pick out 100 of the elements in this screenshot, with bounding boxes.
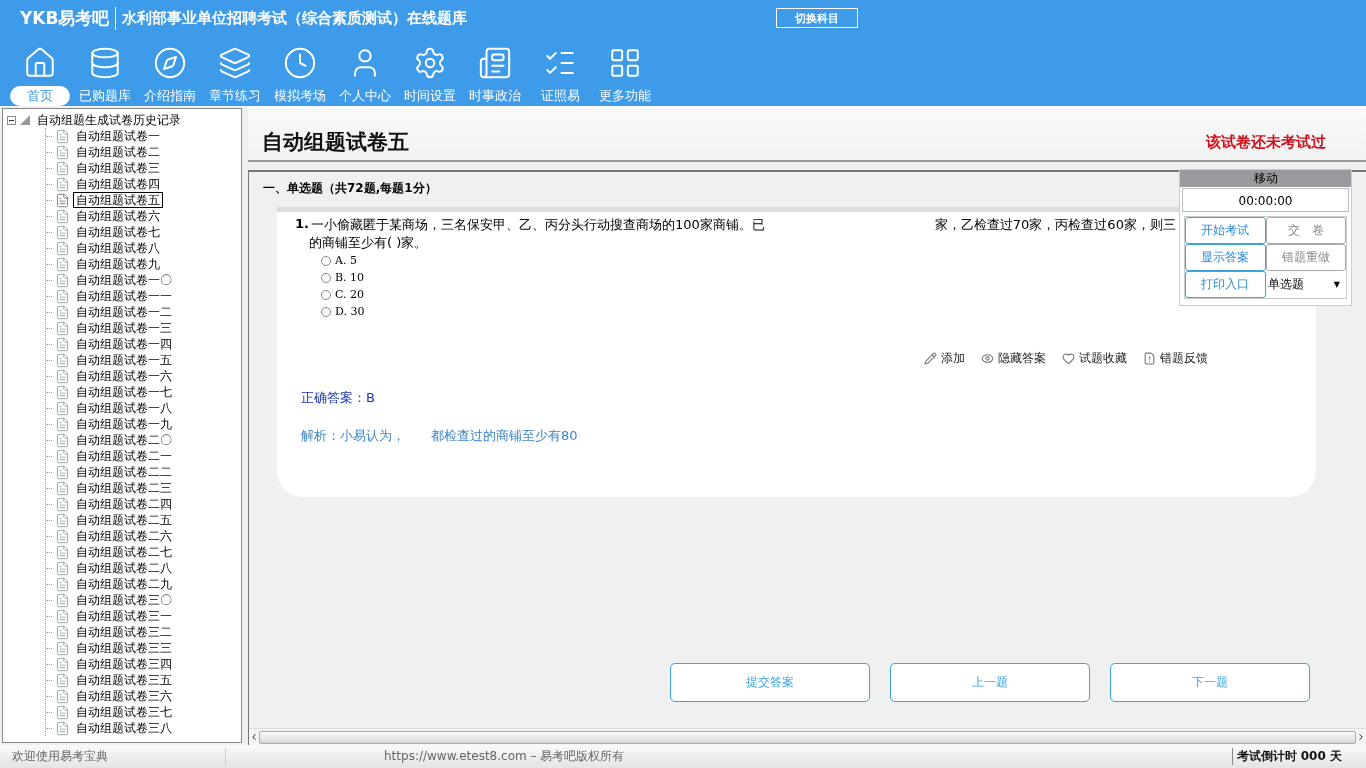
radio-button[interactable] <box>321 272 331 283</box>
paper-title: 自动组题试卷五 <box>262 129 409 156</box>
tree-item[interactable]: 自动组题试卷六 <box>73 208 163 224</box>
tree-item[interactable]: 自动组题试卷三〇 <box>73 592 175 608</box>
tree-item[interactable]: 自动组题试卷一一 <box>73 288 175 304</box>
option-label[interactable]: C. 20 <box>335 288 364 301</box>
tree-item[interactable]: 自动组题试卷三二 <box>73 624 175 640</box>
question-text: 家，乙检查过70家，丙检查过60家，则三 <box>934 216 1176 234</box>
tree-item[interactable]: 自动组题试卷二 <box>73 144 163 160</box>
tree-item[interactable]: 自动组题试卷三四 <box>73 656 175 672</box>
collapse-icon[interactable] <box>7 115 16 125</box>
document-icon <box>55 176 70 192</box>
home-icon[interactable] <box>23 46 57 80</box>
document-icon <box>55 544 70 560</box>
document-icon <box>55 320 70 336</box>
document-icon <box>55 432 70 448</box>
question-tool-button[interactable]: 隐藏答案 <box>981 350 1046 367</box>
document-icon <box>55 624 70 640</box>
question-tool-button[interactable]: 添加 <box>924 350 965 367</box>
tree-item[interactable]: 自动组题试卷五 <box>73 192 163 208</box>
panel-button[interactable]: 打印入口 <box>1185 271 1266 298</box>
paper-status: 该试卷还未考试过 <box>1206 133 1326 152</box>
question-tool-button[interactable]: 错题反馈 <box>1143 350 1208 367</box>
settings-icon[interactable] <box>413 46 447 80</box>
horizontal-scrollbar[interactable] <box>249 728 1366 745</box>
tree-item[interactable]: 自动组题试卷八 <box>73 240 163 256</box>
document-icon <box>55 384 70 400</box>
tree-item[interactable]: 自动组题试卷一四 <box>73 336 175 352</box>
clock-icon[interactable] <box>283 46 317 80</box>
document-icon <box>55 672 70 688</box>
tree-item[interactable]: 自动组题试卷一〇 <box>73 272 175 288</box>
tree-item[interactable]: 自动组题试卷九 <box>73 256 163 272</box>
question-text: 的商铺至少有( )家。 <box>309 234 429 252</box>
panel-title[interactable]: 移动 <box>1180 170 1351 187</box>
dropdown-arrow[interactable]: ▼ <box>1333 280 1340 289</box>
tree-item[interactable]: 自动组题试卷三七 <box>73 704 175 720</box>
tree-item[interactable]: 自动组题试卷三六 <box>73 688 175 704</box>
tree-item[interactable]: 自动组题试卷二二 <box>73 464 175 480</box>
tree-item[interactable]: 自动组题试卷一 <box>73 128 163 144</box>
document-icon <box>55 288 70 304</box>
document-icon <box>55 576 70 592</box>
radio-button[interactable] <box>321 306 331 317</box>
tree-item[interactable]: 自动组题试卷三三 <box>73 640 175 656</box>
compass-icon[interactable] <box>153 46 187 80</box>
question-type-select[interactable]: 单选题 ▼ <box>1265 271 1346 298</box>
grid-icon[interactable] <box>608 46 642 80</box>
layers-icon[interactable] <box>218 46 252 80</box>
tree-item[interactable]: 自动组题试卷一五 <box>73 352 175 368</box>
section-heading: 一、单选题（共72题,每题1分） <box>263 180 437 197</box>
tree-item[interactable]: 自动组题试卷一二 <box>73 304 175 320</box>
triangle-icon <box>20 115 30 125</box>
tree-item[interactable]: 自动组题试卷三一 <box>73 608 175 624</box>
tree-item[interactable]: 自动组题试卷一六 <box>73 368 175 384</box>
tree-item[interactable]: 自动组题试卷二四 <box>73 496 175 512</box>
option-label[interactable]: D. 30 <box>335 305 365 318</box>
tree-item[interactable]: 自动组题试卷三八 <box>73 720 175 736</box>
correct-answer: 正确答案：B <box>301 389 376 407</box>
tree-item[interactable]: 自动组题试卷三 <box>73 160 163 176</box>
option-label[interactable]: B. 10 <box>335 271 365 284</box>
tree-item[interactable]: 自动组题试卷一八 <box>73 400 175 416</box>
tree-item[interactable]: 自动组题试卷二八 <box>73 560 175 576</box>
newspaper-icon[interactable] <box>478 46 512 80</box>
option-label[interactable]: A. 5 <box>335 254 357 267</box>
tree-item[interactable]: 自动组题试卷一七 <box>73 384 175 400</box>
tree-item[interactable]: 自动组题试卷二三 <box>73 480 175 496</box>
document-icon <box>55 256 70 272</box>
scroll-right-icon[interactable] <box>1356 732 1366 742</box>
eye-icon <box>981 352 994 365</box>
tree-item[interactable]: 自动组题试卷二九 <box>73 576 175 592</box>
scroll-left-icon[interactable] <box>249 732 259 742</box>
database-icon[interactable] <box>88 46 122 80</box>
radio-button[interactable] <box>321 255 331 266</box>
document-icon <box>55 368 70 384</box>
tree-item[interactable]: 自动组题试卷二一 <box>73 448 175 464</box>
tree-root[interactable]: 自动组题生成试卷历史记录 <box>34 112 184 128</box>
document-icon <box>55 416 70 432</box>
radio-button[interactable] <box>321 289 331 300</box>
panel-button[interactable]: 显示答案 <box>1185 244 1266 271</box>
document-icon <box>55 336 70 352</box>
analysis-text: 都检查过的商铺至少有80 <box>431 427 578 445</box>
document-icon <box>55 656 70 672</box>
tree-item[interactable]: 自动组题试卷七 <box>73 224 163 240</box>
app-title: 水利部事业单位招聘考试（综合素质测试）在线题库 <box>122 8 469 28</box>
document-icon <box>55 352 70 368</box>
tree-item[interactable]: 自动组题试卷三五 <box>73 672 175 688</box>
tree-item[interactable]: 自动组题试卷二六 <box>73 528 175 544</box>
tree-item[interactable]: 自动组题试卷四 <box>73 176 163 192</box>
tree-item[interactable]: 自动组题试卷二〇 <box>73 432 175 448</box>
document-icon <box>55 208 70 224</box>
question-tool-button[interactable]: 试题收藏 <box>1062 350 1127 367</box>
report-icon <box>1143 352 1156 365</box>
exam-countdown: 考试倒计时 000 天 <box>1231 748 1366 765</box>
document-icon <box>55 400 70 416</box>
question-text: 一小偷藏匿于某商场，三名保安甲、乙、丙分头行动搜查商场的100家商铺。已 <box>311 216 765 234</box>
panel-button[interactable]: 开始考试 <box>1185 217 1266 244</box>
tree-item[interactable]: 自动组题试卷二五 <box>73 512 175 528</box>
tree-item[interactable]: 自动组题试卷一九 <box>73 416 175 432</box>
tree-item[interactable]: 自动组题试卷一三 <box>73 320 175 336</box>
document-icon <box>55 304 70 320</box>
tree-item[interactable]: 自动组题试卷二七 <box>73 544 175 560</box>
